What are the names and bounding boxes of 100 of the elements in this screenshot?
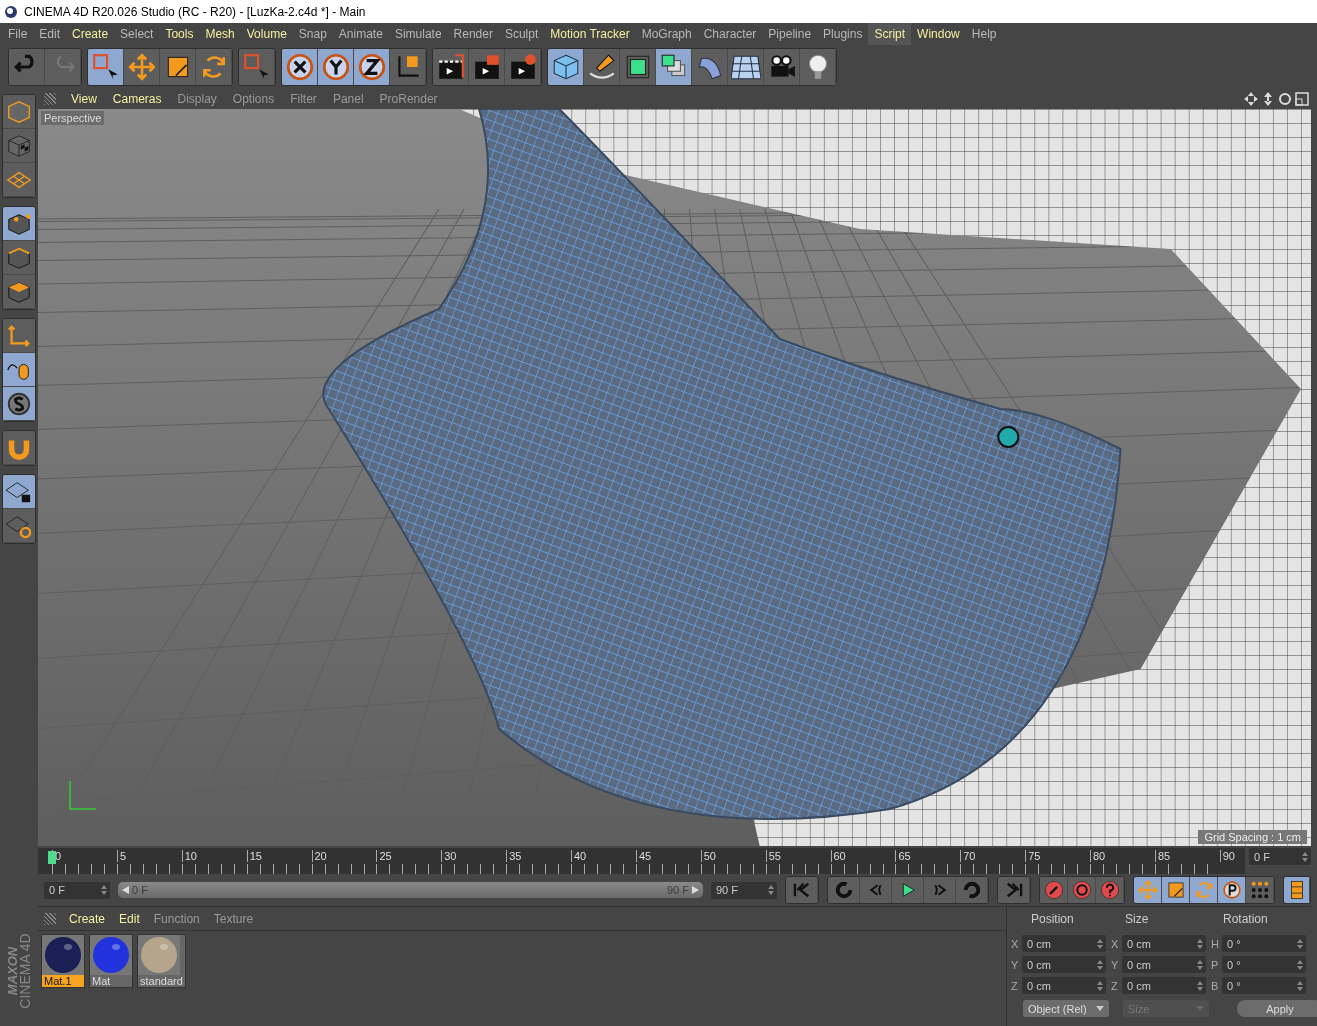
- checkered-cube-icon: [6, 132, 32, 159]
- clapper-button[interactable]: [433, 48, 469, 85]
- material-menu-item[interactable]: Texture: [206, 911, 261, 926]
- panel-grip-icon[interactable]: [44, 92, 56, 105]
- right-arrow-icon[interactable]: [692, 886, 699, 894]
- stacked-cubes-button[interactable]: [656, 48, 692, 85]
- material-menu-item[interactable]: Create: [62, 911, 113, 926]
- menu-item[interactable]: Snap: [292, 23, 333, 45]
- viewport-menu-item[interactable]: Panel: [325, 91, 371, 106]
- mouse-button[interactable]: [3, 353, 35, 387]
- material-name[interactable]: standard: [138, 975, 185, 987]
- coordinate-field[interactable]: 0 °: [1222, 977, 1306, 994]
- end-frame-field[interactable]: 90 F: [711, 881, 777, 899]
- coordinate-field[interactable]: 0 cm: [1022, 956, 1106, 973]
- material-menu-item[interactable]: Function: [146, 911, 207, 926]
- menu-item[interactable]: MoGraph: [635, 23, 698, 45]
- skip-end-button[interactable]: [998, 877, 1030, 903]
- scale-button[interactable]: [1162, 877, 1190, 903]
- p-circle-button[interactable]: [1218, 877, 1246, 903]
- s-circle-button[interactable]: [3, 387, 35, 421]
- frame-tick-label: 70: [960, 850, 1026, 862]
- apply-button[interactable]: Apply: [1237, 1000, 1317, 1017]
- viewport-menu-item[interactable]: Options: [225, 91, 282, 106]
- maximize-icon[interactable]: [1295, 91, 1309, 106]
- frame-tick-label: 5: [116, 850, 182, 862]
- menu-item[interactable]: Character: [697, 23, 763, 45]
- viewport-menu-item[interactable]: Cameras: [105, 91, 169, 106]
- pan-icon[interactable]: [1244, 91, 1258, 106]
- move-arrows-icon: [126, 51, 157, 82]
- cube-button[interactable]: [548, 48, 584, 85]
- panel-grip-icon[interactable]: [44, 912, 56, 925]
- left-arrow-icon[interactable]: [122, 886, 129, 894]
- frame-range-bar[interactable]: 0 F 90 F: [118, 882, 703, 898]
- viewport-menu-item[interactable]: Filter: [283, 91, 324, 106]
- coordinate-mode-dropdown[interactable]: Object (Rel): [1023, 1000, 1109, 1017]
- start-frame-field[interactable]: 0 F: [44, 881, 110, 899]
- coordinate-field[interactable]: 0 cm: [1022, 935, 1106, 952]
- x-axis-button[interactable]: [282, 48, 318, 85]
- viewport-menu-item[interactable]: ProRender: [372, 91, 445, 106]
- skip-start-button[interactable]: [786, 877, 818, 903]
- menu-item[interactable]: Motion Tracker: [544, 23, 636, 45]
- rotate-button[interactable]: [1190, 877, 1218, 903]
- grid-lock-button[interactable]: [3, 475, 35, 509]
- cube-button[interactable]: [3, 95, 35, 129]
- coordinate-field[interactable]: 0 cm: [1122, 935, 1206, 952]
- frame-tick-label: 45: [635, 850, 701, 862]
- menu-item[interactable]: Sculpt: [498, 23, 545, 45]
- menu-item[interactable]: Animate: [332, 23, 389, 45]
- viewport-menu-item[interactable]: Display: [170, 91, 224, 106]
- frame-tick-label: 25: [376, 850, 442, 862]
- menu-item[interactable]: Volume: [240, 23, 293, 45]
- frame-tick-label: 80: [1090, 850, 1155, 862]
- coordinate-field[interactable]: 0 °: [1222, 935, 1306, 952]
- menu-item[interactable]: Plugins: [817, 23, 869, 45]
- spinner-icon: [1197, 938, 1203, 949]
- spinner-icon: [1297, 980, 1303, 991]
- z-axis-button[interactable]: [354, 48, 390, 85]
- axis-label: X: [1111, 937, 1119, 950]
- record-key-icon: [1042, 879, 1065, 901]
- menu-item[interactable]: Select: [114, 23, 160, 45]
- current-frame-field[interactable]: 0 F: [1249, 848, 1311, 865]
- menu-item[interactable]: Pipeline: [762, 23, 818, 45]
- cube-points-button[interactable]: [3, 207, 35, 241]
- menu-item[interactable]: Script: [868, 23, 912, 45]
- coordinate-field[interactable]: 0 cm: [1122, 977, 1206, 994]
- spinner-icon: [1302, 851, 1308, 862]
- material-menu-item[interactable]: Edit: [112, 911, 147, 926]
- menu-item[interactable]: Edit: [33, 23, 67, 45]
- menu-item[interactable]: Render: [447, 23, 499, 45]
- menu-item[interactable]: Help: [965, 23, 1003, 45]
- brand-logo: MAXON: [6, 946, 19, 996]
- select-cursor-button[interactable]: [239, 48, 275, 85]
- menu-item[interactable]: Mesh: [199, 23, 241, 45]
- menu-item[interactable]: Window: [911, 23, 966, 45]
- material-name[interactable]: Mat.1: [42, 975, 84, 987]
- menu-item[interactable]: File: [2, 23, 34, 45]
- viewport-menu-item[interactable]: View: [64, 91, 104, 106]
- menu-item[interactable]: Simulate: [388, 23, 448, 45]
- coordinate-field[interactable]: 0 cm: [1122, 956, 1206, 973]
- autokey-icon: [1070, 879, 1093, 901]
- y-axis-button[interactable]: [318, 48, 354, 85]
- move-arrows-button[interactable]: [1134, 877, 1162, 903]
- zoom-arrows-icon[interactable]: [1261, 91, 1275, 106]
- coordinate-field[interactable]: 0 cm: [1022, 977, 1106, 994]
- undo-button[interactable]: [9, 48, 45, 85]
- select-cursor-button[interactable]: [88, 48, 124, 85]
- orbit-icon[interactable]: [1278, 91, 1292, 106]
- material-sphere-icon[interactable]: [42, 935, 84, 975]
- prev-key-button[interactable]: [828, 877, 860, 903]
- axis-label: X: [1011, 937, 1019, 950]
- record-key-button[interactable]: [1040, 877, 1068, 903]
- 3d-viewport-drawing[interactable]: [38, 109, 1311, 846]
- menu-item[interactable]: Tools: [159, 23, 200, 45]
- magnet-button[interactable]: [3, 431, 35, 465]
- timeline-button[interactable]: [1284, 877, 1310, 903]
- frame-tick-label: 60: [830, 850, 896, 862]
- axis-button[interactable]: [3, 319, 35, 353]
- coordinate-field[interactable]: 0 °: [1222, 956, 1306, 973]
- menu-item[interactable]: Create: [66, 23, 115, 45]
- floor-grid-button[interactable]: [728, 48, 764, 85]
